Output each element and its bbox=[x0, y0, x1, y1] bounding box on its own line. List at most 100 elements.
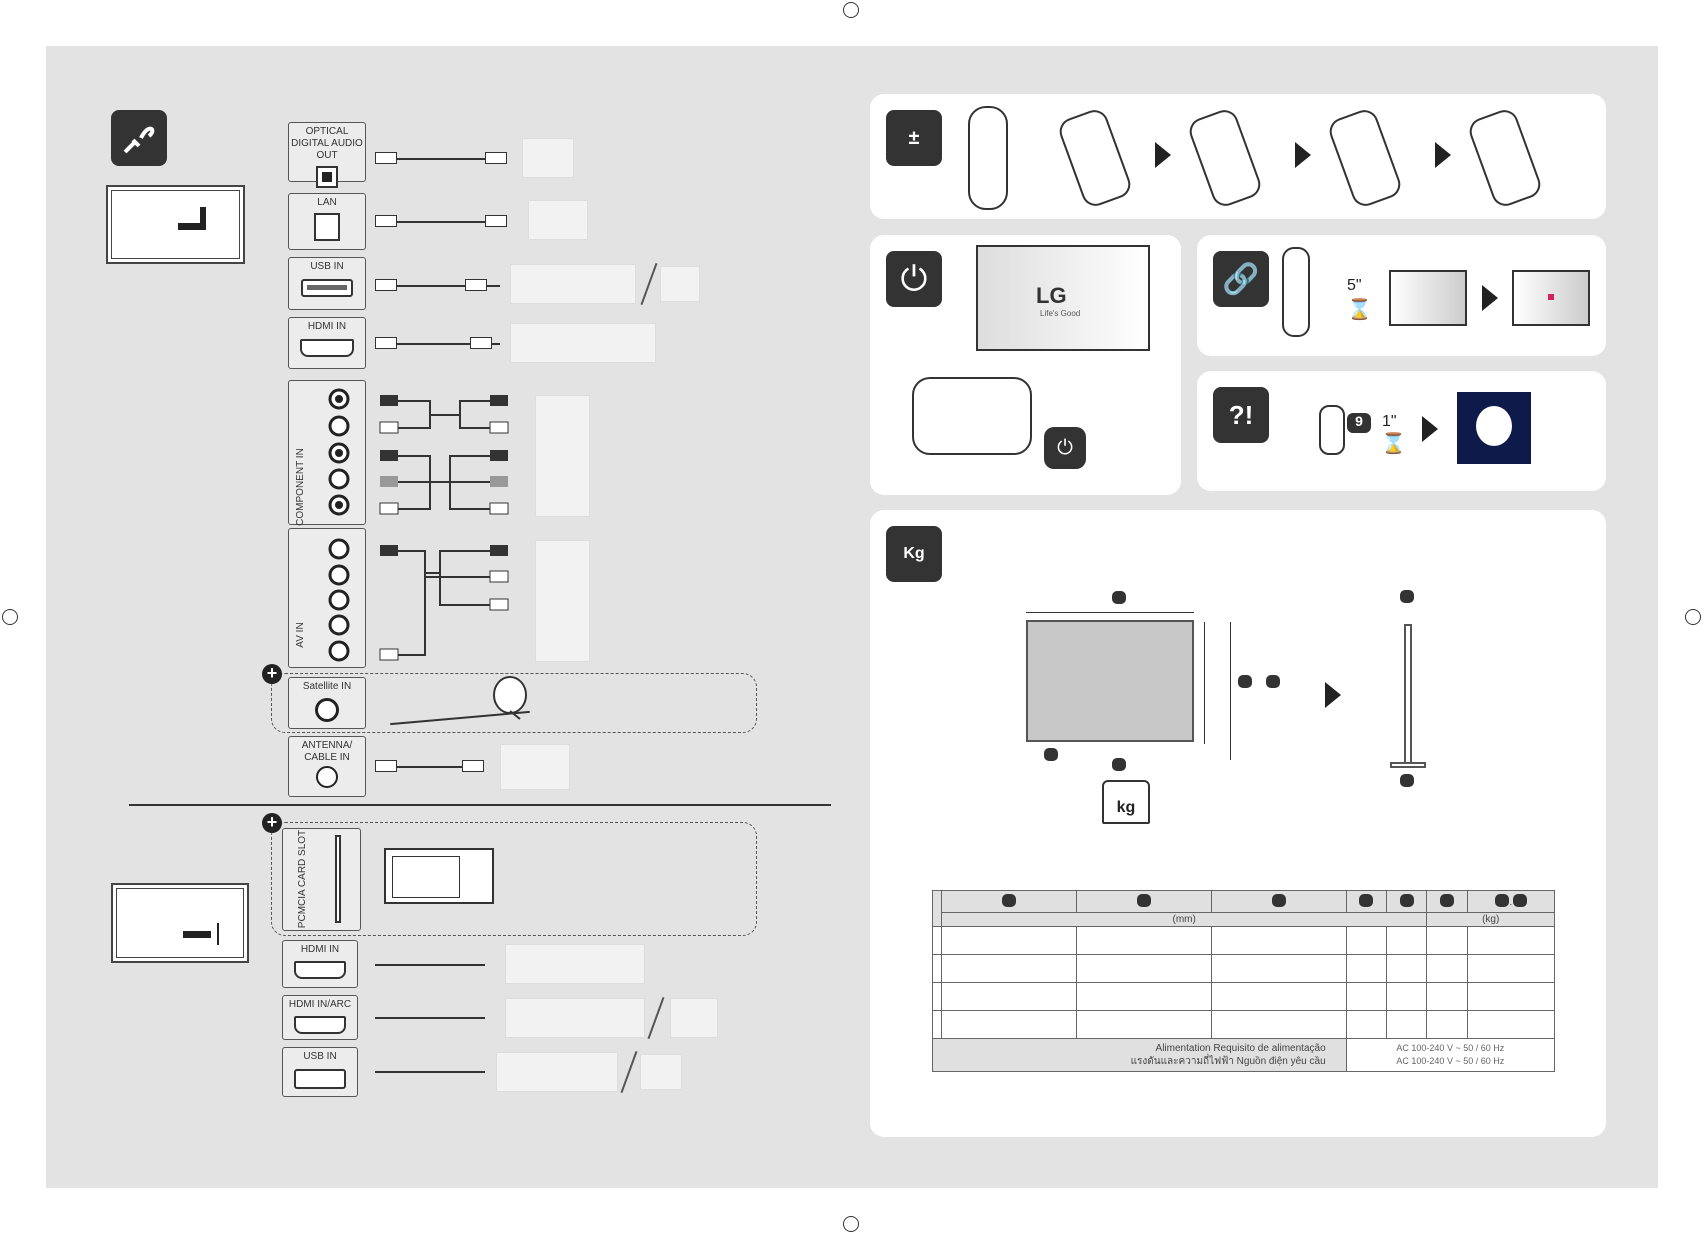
power-button-closeup bbox=[912, 377, 1032, 455]
table-row bbox=[932, 982, 1556, 1011]
scale-weight-icon: kg bbox=[1102, 780, 1150, 824]
speaker-device-icon bbox=[522, 138, 574, 178]
lg-tagline: Life's Good bbox=[1040, 309, 1081, 318]
dimension-marker bbox=[1044, 748, 1058, 761]
port-label: LAN bbox=[317, 197, 337, 208]
dimension-marker bbox=[1136, 893, 1151, 907]
col-header bbox=[1075, 890, 1212, 913]
magic-remote-illustration bbox=[968, 106, 1008, 210]
usb-cable bbox=[375, 1071, 485, 1073]
step-arrow-icon bbox=[1155, 142, 1171, 168]
cable-plug bbox=[465, 279, 487, 291]
antenna-house-icon bbox=[500, 744, 570, 790]
cable-plug bbox=[375, 279, 397, 291]
port-label: Satellite IN bbox=[302, 681, 352, 692]
usb-storage-device-icon bbox=[510, 264, 636, 304]
tv-paired-screen bbox=[1512, 270, 1590, 326]
magic-remote-illustration bbox=[1282, 247, 1310, 337]
connection-section-icon bbox=[111, 110, 167, 166]
port-label: USB IN bbox=[310, 261, 344, 272]
cable-plug bbox=[470, 337, 492, 349]
remote-back-step-3 bbox=[1325, 106, 1405, 210]
cable-plug bbox=[485, 152, 507, 164]
port-pcmcia: PCMCIA CARD SLOT bbox=[282, 828, 361, 931]
width-dimension-line bbox=[1026, 612, 1194, 613]
port-optical: OPTICAL DIGITAL AUDIO OUT bbox=[288, 122, 366, 188]
port-usb-side: USB IN bbox=[282, 1047, 358, 1097]
power-label-line: Alimentation Requisito de alimentação bbox=[1155, 1043, 1326, 1054]
col-header bbox=[1210, 890, 1347, 913]
col-header bbox=[1386, 890, 1428, 913]
registration-mark-icon bbox=[843, 2, 859, 18]
remote-back-step-2 bbox=[1185, 106, 1265, 210]
dimension-marker bbox=[1400, 590, 1414, 603]
battery-icon: ± bbox=[886, 110, 942, 166]
hourglass-icon: ⌛ bbox=[1381, 433, 1406, 455]
dimension-marker bbox=[1271, 893, 1286, 907]
component-av-cables bbox=[379, 395, 509, 661]
step-arrow-icon bbox=[1482, 285, 1498, 311]
usb-stick-device-icon bbox=[640, 1054, 682, 1090]
power-requirement-label: Alimentation Requisito de alimentação แรง… bbox=[932, 1038, 1347, 1072]
antenna-port-icon bbox=[316, 766, 338, 788]
dimension-marker bbox=[1001, 893, 1016, 907]
port-label: OPTICAL DIGITAL AUDIO OUT bbox=[291, 126, 363, 161]
remote-back-step-1 bbox=[1055, 106, 1135, 210]
optical-port-icon bbox=[316, 166, 338, 188]
section-divider bbox=[129, 804, 831, 806]
model-header bbox=[932, 890, 942, 927]
satellite-port-icon bbox=[315, 698, 339, 722]
col-header bbox=[1426, 890, 1468, 913]
usb-stick-device-icon bbox=[660, 266, 700, 302]
pairing-hold-time: 5" bbox=[1347, 277, 1362, 294]
hdmi-port-icon bbox=[300, 339, 354, 357]
rear-port-marker bbox=[200, 207, 206, 229]
port-component: COMPONENT IN bbox=[288, 380, 366, 526]
dimension-marker bbox=[1495, 893, 1510, 907]
satellite-dish-icon bbox=[493, 676, 527, 720]
rotate-arrow-icon bbox=[1325, 682, 1341, 708]
port-av: AV IN bbox=[288, 528, 366, 668]
power-value-line: AC 100-240 V ~ 50 / 60 Hz bbox=[1396, 1056, 1505, 1066]
component-port-icon bbox=[328, 388, 350, 516]
dimension-marker bbox=[1112, 758, 1126, 771]
cable-plug bbox=[375, 760, 397, 772]
hdmi-arc-cable bbox=[375, 1017, 485, 1019]
speaker-device-icon bbox=[670, 998, 718, 1038]
usb-port-icon bbox=[301, 279, 353, 297]
step-arrow-icon bbox=[1435, 142, 1451, 168]
dimension-marker bbox=[1238, 675, 1252, 688]
customer-support-agent-icon bbox=[1457, 392, 1531, 464]
registration-mark-icon bbox=[2, 609, 18, 625]
power-requirement-value: AC 100-240 V ~ 50 / 60 Hz AC 100-240 V ~ … bbox=[1345, 1038, 1556, 1072]
registration-mark-icon bbox=[843, 1216, 859, 1232]
cable-plug bbox=[462, 760, 484, 772]
link-icon: 🔗 bbox=[1213, 251, 1269, 307]
cable-plug bbox=[375, 337, 397, 349]
dimension-marker bbox=[1512, 893, 1527, 907]
port-label: PCMCIA CARD SLOT bbox=[297, 829, 308, 929]
hdmi-port-icon bbox=[294, 1016, 346, 1034]
dimension-marker bbox=[1112, 591, 1126, 604]
table-row bbox=[932, 954, 1556, 983]
port-label: HDMI IN bbox=[300, 944, 340, 955]
hdmi-port-icon bbox=[294, 961, 346, 979]
pairing-panel: 🔗 5" ⌛ bbox=[1197, 235, 1606, 356]
remote-back-step-4 bbox=[1465, 106, 1545, 210]
hourglass-icon: ⌛ bbox=[1347, 299, 1372, 321]
step-arrow-icon bbox=[1295, 142, 1311, 168]
remote-power-button-icon: ⏻ bbox=[1044, 427, 1086, 469]
lan-port-icon bbox=[314, 213, 340, 241]
registration-mark-icon bbox=[1685, 609, 1701, 625]
cable-plug bbox=[375, 215, 397, 227]
port-hdmi: HDMI IN bbox=[288, 317, 366, 369]
port-hdmi-arc: HDMI IN/ARC bbox=[282, 995, 358, 1040]
table-row bbox=[932, 1010, 1556, 1039]
support-hold-time: 1" bbox=[1382, 413, 1397, 430]
power-panel: ⏻ LG Life's Good ⏻ bbox=[870, 235, 1181, 495]
lg-logo: LG bbox=[1036, 283, 1067, 308]
port-lan: LAN bbox=[288, 193, 366, 250]
component-devices-icon bbox=[535, 395, 590, 517]
pcmcia-slot-icon bbox=[335, 835, 341, 923]
key-9-button: 9 bbox=[1347, 413, 1371, 433]
